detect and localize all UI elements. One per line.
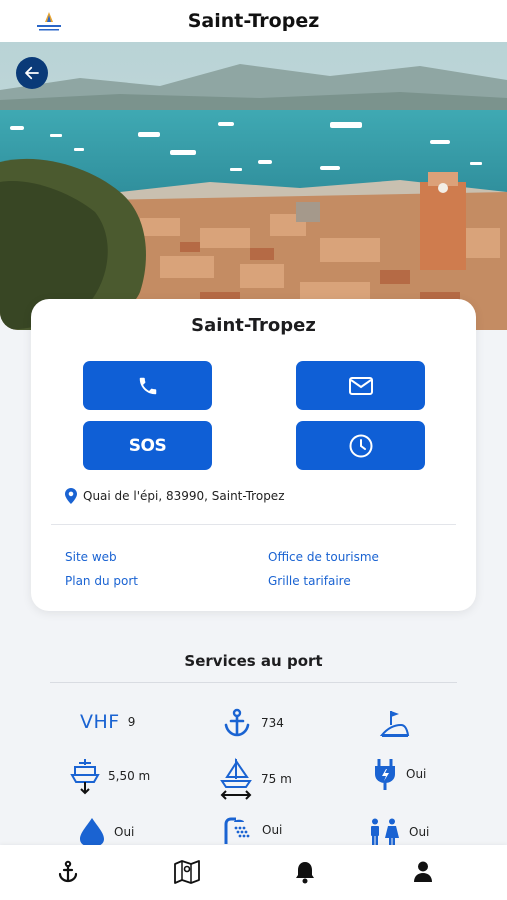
- toilets-value: Oui: [409, 825, 430, 839]
- draft-icon: [70, 759, 100, 795]
- port-name: Saint-Tropez: [191, 315, 316, 336]
- service-max-length: 75 m: [219, 757, 292, 801]
- map-icon: [174, 860, 200, 884]
- electricity-value: Oui: [406, 767, 427, 781]
- service-berths: 734: [221, 707, 284, 739]
- max-length-value: 75 m: [261, 772, 292, 786]
- anchor-icon: [58, 860, 78, 883]
- nav-map[interactable]: [174, 859, 200, 885]
- logo-icon: [37, 12, 61, 31]
- sos-button[interactable]: SOS: [83, 421, 212, 470]
- draft-value: 5,50 m: [108, 769, 151, 783]
- port-map-link[interactable]: Plan du port: [65, 574, 138, 588]
- bottom-navigation: [0, 845, 507, 900]
- berths-value: 734: [261, 716, 284, 730]
- vhf-value: 9: [127, 715, 136, 729]
- mail-icon: [348, 376, 373, 395]
- address-text: Quai de l'épi, 83990, Saint-Tropez: [83, 489, 285, 503]
- port-info-card: Saint-Tropez SOS Quai de l'épi, 83990, S…: [31, 299, 476, 611]
- boat-length-icon: [220, 757, 252, 800]
- nav-port[interactable]: [55, 859, 81, 885]
- arrow-left-icon: [25, 66, 39, 80]
- call-button[interactable]: [83, 361, 212, 410]
- nav-notifications[interactable]: [292, 859, 318, 885]
- hero-image: [0, 42, 507, 330]
- service-showers: Oui: [222, 816, 282, 844]
- service-vhf: VHF 9: [80, 711, 135, 733]
- water-icon: [80, 818, 104, 847]
- toilets-icon: [371, 818, 399, 845]
- services-title: Services au port: [184, 652, 323, 670]
- service-electricity: Oui: [372, 757, 426, 791]
- electricity-icon: [375, 759, 395, 790]
- back-button[interactable]: [16, 57, 48, 89]
- location-pin-icon: [65, 488, 77, 504]
- service-draft: 5,50 m: [70, 757, 150, 795]
- services-divider: [50, 682, 457, 683]
- service-water: Oui: [78, 817, 134, 847]
- bell-icon: [296, 862, 314, 884]
- address-row[interactable]: Quai de l'épi, 83990, Saint-Tropez: [65, 488, 285, 504]
- shower-icon: [224, 817, 250, 844]
- rates-link[interactable]: Grille tarifaire: [268, 574, 351, 588]
- divider: [51, 524, 456, 525]
- slipway-icon: [379, 711, 410, 737]
- sos-label: SOS: [128, 435, 167, 456]
- phone-icon: [139, 377, 156, 394]
- clock-icon: [349, 434, 372, 457]
- service-slipway: [379, 707, 411, 739]
- nav-profile[interactable]: [410, 859, 436, 885]
- vhf-label: VHF: [80, 711, 120, 733]
- top-bar: Saint-Tropez: [0, 0, 507, 42]
- website-link[interactable]: Site web: [65, 550, 117, 564]
- anchor-icon: [224, 708, 250, 737]
- tourism-office-link[interactable]: Office de tourisme: [268, 550, 379, 564]
- opening-hours-button[interactable]: [296, 421, 425, 470]
- water-value: Oui: [114, 825, 135, 839]
- page-title: Saint-Tropez: [187, 10, 320, 32]
- user-icon: [414, 861, 432, 882]
- showers-value: Oui: [262, 823, 283, 837]
- service-toilets: Oui: [367, 818, 429, 846]
- email-button[interactable]: [296, 361, 425, 410]
